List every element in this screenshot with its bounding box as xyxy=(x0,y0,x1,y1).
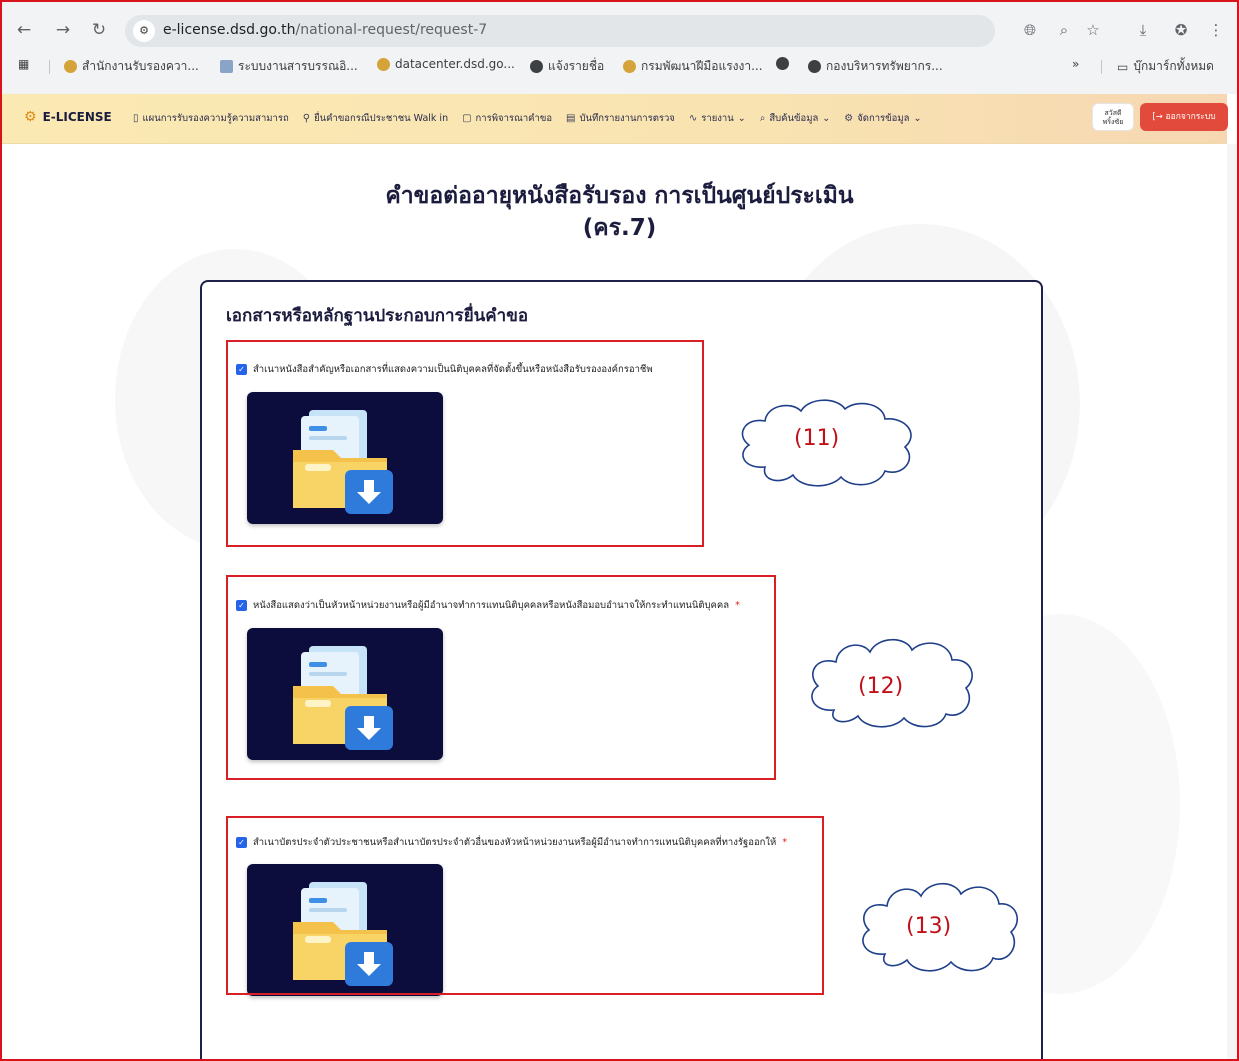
site-favicon-icon xyxy=(623,60,636,73)
site-settings-icon[interactable]: ⚙ xyxy=(133,20,155,42)
nav-walkin[interactable]: ⚲ ยื่นคำขอกรณีประชาชน Walk in xyxy=(303,111,448,126)
annotation-label-11: (11) xyxy=(794,426,840,451)
page-scrollbar[interactable] xyxy=(1227,144,1239,1061)
bookmarks-overflow-button[interactable]: » xyxy=(1072,57,1079,71)
nav-reports[interactable]: ∿ รายงาน ⌄ xyxy=(689,111,746,126)
back-arrow-icon[interactable]: ← xyxy=(12,18,36,42)
url-text: e-license.dsd.go.th/national-request/req… xyxy=(163,22,488,38)
section-title: เอกสารหรือหลักฐานประกอบการยื่นคำขอ xyxy=(226,306,529,326)
browser-toolbar: ← → ↻ ⚙ e-license.dsd.go.th/national-req… xyxy=(0,0,1239,94)
bookmark-item[interactable]: กองบริหารทรัพยากร... xyxy=(808,57,943,76)
chevron-down-icon: ⌄ xyxy=(913,113,922,124)
page-title: คำขอต่ออายุหนังสือรับรอง การเป็นศูนย์ประ… xyxy=(385,183,854,241)
bookmarks-bar: ▦ สำนักงานรับรองควา... ระบบงานสารบรรณอิ.… xyxy=(0,52,1239,82)
brand-logo[interactable]: ⚙ E-LICENSE xyxy=(24,109,112,125)
file-icon: ▤ xyxy=(566,113,576,124)
user-plus-icon: ⚲ xyxy=(302,113,311,124)
bookmark-item[interactable]: กรมพัฒนาฝีมือแรงงา... xyxy=(623,57,763,76)
chevron-down-icon: ⌄ xyxy=(822,113,831,124)
menu-icon[interactable]: ⋮ xyxy=(1205,19,1227,41)
nav-manage-data[interactable]: ⚙ จัดการข้อมูล ⌄ xyxy=(844,111,921,126)
forward-arrow-icon[interactable]: → xyxy=(51,18,75,42)
annotation-highlight-box xyxy=(226,816,824,995)
annotation-highlight-box xyxy=(226,340,704,547)
annotation-label-13: (13) xyxy=(906,914,952,939)
bookmark-item[interactable]: แจ้งรายชื่อ xyxy=(530,57,604,76)
globe-icon xyxy=(808,60,821,73)
nav-inspection-report[interactable]: ▤ บันทึกรายงานการตรวจ xyxy=(566,111,675,126)
zoom-icon[interactable]: ⌕ xyxy=(1053,19,1075,41)
logout-button[interactable]: [→ ออกจากระบบ xyxy=(1140,103,1228,131)
book-icon: ▯ xyxy=(133,113,139,124)
globe-icon xyxy=(530,60,543,73)
logout-icon: [→ xyxy=(1152,112,1163,122)
reload-icon[interactable]: ↻ xyxy=(87,18,111,42)
bookmark-separator xyxy=(1101,60,1102,74)
site-favicon-icon xyxy=(377,57,390,71)
user-greeting[interactable]: สวัสดี พริ้งซัย xyxy=(1092,103,1134,131)
brand-mark-icon: ⚙ xyxy=(24,109,37,125)
all-bookmarks-button[interactable]: ▭ บุ๊กมาร์กทั้งหมด xyxy=(1117,57,1214,76)
gear-icon: ⚙ xyxy=(844,113,854,124)
app-header: ⚙ E-LICENSE ▯ แผนการรับรองความรู้ความสามา… xyxy=(0,94,1227,144)
nav-search[interactable]: ⌕ สืบค้นข้อมูล ⌄ xyxy=(760,111,831,126)
main-nav: ▯ แผนการรับรองความรู้ความสามารถ ⚲ ยื่นคำขอ… xyxy=(133,111,921,126)
annotation-label-12: (12) xyxy=(858,674,904,699)
bookmark-separator xyxy=(49,60,50,74)
nav-plan[interactable]: ▯ แผนการรับรองความรู้ความสามารถ xyxy=(133,111,289,126)
extension-icon[interactable]: ✪ xyxy=(1170,19,1192,41)
address-bar[interactable]: ⚙ e-license.dsd.go.th/national-request/r… xyxy=(125,15,995,47)
globe-icon xyxy=(776,57,789,70)
download-icon[interactable]: ⤓ xyxy=(1132,19,1154,41)
folder-icon: ▭ xyxy=(1117,59,1129,74)
apps-grid-icon[interactable]: ▦ xyxy=(18,57,29,71)
bookmark-item[interactable]: datacenter.dsd.go... xyxy=(377,57,515,71)
translate-icon[interactable]: 🌐︎ xyxy=(1019,19,1041,41)
site-favicon-icon xyxy=(64,60,77,73)
activity-icon: ∿ xyxy=(688,113,698,124)
user-name: พริ้งซัย xyxy=(1102,118,1124,126)
clipboard-icon: ▢ xyxy=(462,113,472,124)
search-icon: ⌕ xyxy=(759,113,766,124)
bookmark-star-icon[interactable]: ☆ xyxy=(1082,19,1104,41)
bookmark-item[interactable] xyxy=(776,57,789,70)
chevron-down-icon: ⌄ xyxy=(737,113,746,124)
annotation-highlight-box xyxy=(226,575,776,780)
bookmark-item[interactable]: ระบบงานสารบรรณอิ... xyxy=(220,57,358,76)
document-favicon-icon xyxy=(220,60,233,73)
bookmark-item[interactable]: สำนักงานรับรองควา... xyxy=(64,57,199,76)
nav-review[interactable]: ▢ การพิจารณาคำขอ xyxy=(462,111,552,126)
greeting-label: สวัสดี xyxy=(1104,109,1122,117)
